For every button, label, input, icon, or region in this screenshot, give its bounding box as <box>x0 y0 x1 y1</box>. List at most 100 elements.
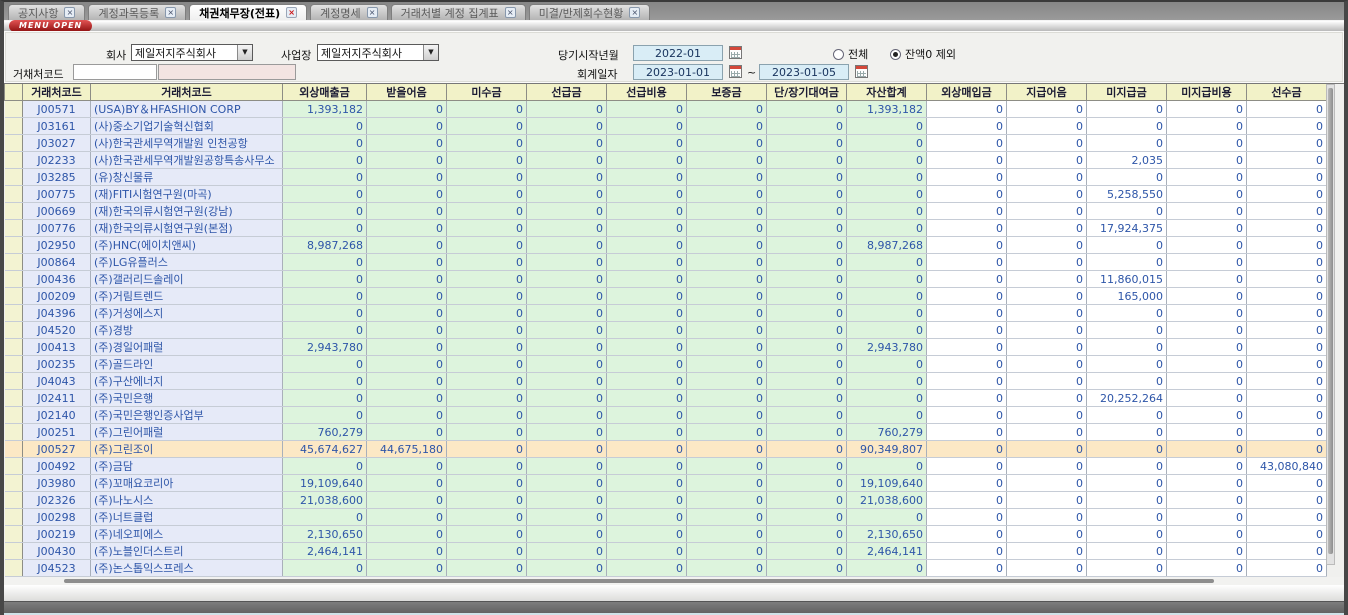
amount-cell[interactable]: 0 <box>1247 220 1327 237</box>
partner-name-cell[interactable]: (주)거림트렌드 <box>91 288 283 305</box>
radio-all[interactable]: 전체 <box>833 46 868 62</box>
tab-account-registration[interactable]: 계정과목등록 × <box>88 4 186 20</box>
amount-cell[interactable]: 0 <box>607 356 687 373</box>
amount-cell[interactable]: 0 <box>1007 237 1087 254</box>
amount-cell[interactable]: 0 <box>447 543 527 560</box>
period-start-input[interactable]: 2022-01 <box>633 45 723 61</box>
vertical-scrollbar-thumb[interactable] <box>1328 88 1333 554</box>
amount-cell[interactable]: 0 <box>687 407 767 424</box>
amount-cell[interactable]: 0 <box>847 254 927 271</box>
amount-cell[interactable]: 0 <box>927 118 1007 135</box>
amount-cell[interactable]: 0 <box>847 560 927 577</box>
amount-cell[interactable]: 0 <box>1167 356 1247 373</box>
amount-cell[interactable]: 0 <box>527 237 607 254</box>
partner-code-cell[interactable]: J00571 <box>23 101 91 118</box>
amount-cell[interactable]: 0 <box>607 254 687 271</box>
amount-cell[interactable]: 0 <box>447 390 527 407</box>
amount-cell[interactable]: 0 <box>1087 560 1167 577</box>
amount-cell[interactable]: 0 <box>447 203 527 220</box>
amount-cell[interactable]: 0 <box>1007 424 1087 441</box>
amount-cell[interactable]: 0 <box>847 135 927 152</box>
amount-cell[interactable]: 0 <box>847 118 927 135</box>
row-selector-cell[interactable] <box>5 169 23 186</box>
amount-cell[interactable]: 0 <box>367 526 447 543</box>
amount-cell[interactable]: 0 <box>607 475 687 492</box>
amount-cell[interactable]: 0 <box>1247 424 1327 441</box>
amount-cell[interactable]: 0 <box>687 560 767 577</box>
column-header[interactable]: 외상매출금 <box>283 84 367 101</box>
table-row[interactable]: J00298(주)너트클럽0000000000000 <box>5 509 1327 526</box>
amount-cell[interactable]: 0 <box>447 373 527 390</box>
amount-cell[interactable]: 0 <box>1167 390 1247 407</box>
table-row[interactable]: J02950(주)HNC(에이치앤씨)8,987,2680000008,987,… <box>5 237 1327 254</box>
partner-name-cell[interactable]: (주)네오피에스 <box>91 526 283 543</box>
amount-cell[interactable]: 0 <box>527 458 607 475</box>
amount-cell[interactable]: 0 <box>847 356 927 373</box>
amount-cell[interactable]: 0 <box>1167 186 1247 203</box>
amount-cell[interactable]: 0 <box>447 322 527 339</box>
amount-cell[interactable]: 8,987,268 <box>847 237 927 254</box>
row-selector-cell[interactable] <box>5 186 23 203</box>
amount-cell[interactable]: 0 <box>1007 390 1087 407</box>
amount-cell[interactable]: 0 <box>1247 271 1327 288</box>
amount-cell[interactable]: 0 <box>1167 237 1247 254</box>
amount-cell[interactable]: 0 <box>283 356 367 373</box>
column-header[interactable]: 거래처코드 <box>23 84 91 101</box>
table-row[interactable]: J04520(주)경방0000000000000 <box>5 322 1327 339</box>
amount-cell[interactable]: 0 <box>447 237 527 254</box>
amount-cell[interactable]: 0 <box>767 424 847 441</box>
partner-name-cell[interactable]: (주)경일어패럴 <box>91 339 283 356</box>
amount-cell[interactable]: 0 <box>1167 322 1247 339</box>
tab-close-icon[interactable]: × <box>64 7 75 18</box>
column-header[interactable]: 단/장기대여금 <box>767 84 847 101</box>
amount-cell[interactable]: 0 <box>927 458 1007 475</box>
row-selector-cell[interactable] <box>5 305 23 322</box>
partner-name-cell[interactable]: (유)창신물류 <box>91 169 283 186</box>
amount-cell[interactable]: 0 <box>367 424 447 441</box>
amount-cell[interactable]: 0 <box>1167 305 1247 322</box>
partner-name-cell[interactable]: (주)금담 <box>91 458 283 475</box>
table-row[interactable]: J03285(유)창신물류0000000000000 <box>5 169 1327 186</box>
amount-cell[interactable]: 0 <box>1167 271 1247 288</box>
amount-cell[interactable]: 0 <box>767 339 847 356</box>
amount-cell[interactable]: 11,860,015 <box>1087 271 1167 288</box>
amount-cell[interactable]: 0 <box>687 152 767 169</box>
partner-code-cell[interactable]: J00436 <box>23 271 91 288</box>
amount-cell[interactable]: 0 <box>687 237 767 254</box>
amount-cell[interactable]: 0 <box>1247 560 1327 577</box>
amount-cell[interactable]: 165,000 <box>1087 288 1167 305</box>
table-row[interactable]: J00864(주)LG유플러스0000000000000 <box>5 254 1327 271</box>
date-to-input[interactable]: 2023-01-05 <box>759 64 849 80</box>
amount-cell[interactable]: 0 <box>687 203 767 220</box>
amount-cell[interactable]: 0 <box>1247 203 1327 220</box>
column-header[interactable]: 미수금 <box>447 84 527 101</box>
amount-cell[interactable]: 0 <box>283 288 367 305</box>
amount-cell[interactable]: 0 <box>767 203 847 220</box>
partner-code-cell[interactable]: J00864 <box>23 254 91 271</box>
amount-cell[interactable]: 0 <box>1247 509 1327 526</box>
amount-cell[interactable]: 0 <box>927 475 1007 492</box>
amount-cell[interactable]: 0 <box>1247 475 1327 492</box>
table-row[interactable]: J02411(주)국민은행000000000020,252,26400 <box>5 390 1327 407</box>
amount-cell[interactable]: 0 <box>1007 509 1087 526</box>
amount-cell[interactable]: 0 <box>1167 373 1247 390</box>
table-row[interactable]: J00235(주)골드라인0000000000000 <box>5 356 1327 373</box>
amount-cell[interactable]: 0 <box>447 152 527 169</box>
amount-cell[interactable]: 0 <box>367 203 447 220</box>
tab-receivables-payables-ledger[interactable]: 채권채무장(전표) × <box>189 4 307 20</box>
amount-cell[interactable]: 0 <box>847 186 927 203</box>
row-selector-cell[interactable] <box>5 543 23 560</box>
amount-cell[interactable]: 0 <box>367 169 447 186</box>
amount-cell[interactable]: 0 <box>1087 509 1167 526</box>
amount-cell[interactable]: 0 <box>1007 254 1087 271</box>
partner-name-cell[interactable]: (주)국민은행인증사업부 <box>91 407 283 424</box>
partner-name-cell[interactable]: (주)구산에너지 <box>91 373 283 390</box>
amount-cell[interactable]: 0 <box>687 390 767 407</box>
amount-cell[interactable]: 0 <box>447 526 527 543</box>
amount-cell[interactable]: 0 <box>527 271 607 288</box>
amount-cell[interactable]: 0 <box>607 271 687 288</box>
amount-cell[interactable]: 0 <box>927 526 1007 543</box>
amount-cell[interactable]: 0 <box>927 424 1007 441</box>
amount-cell[interactable]: 0 <box>447 407 527 424</box>
amount-cell[interactable]: 0 <box>607 186 687 203</box>
